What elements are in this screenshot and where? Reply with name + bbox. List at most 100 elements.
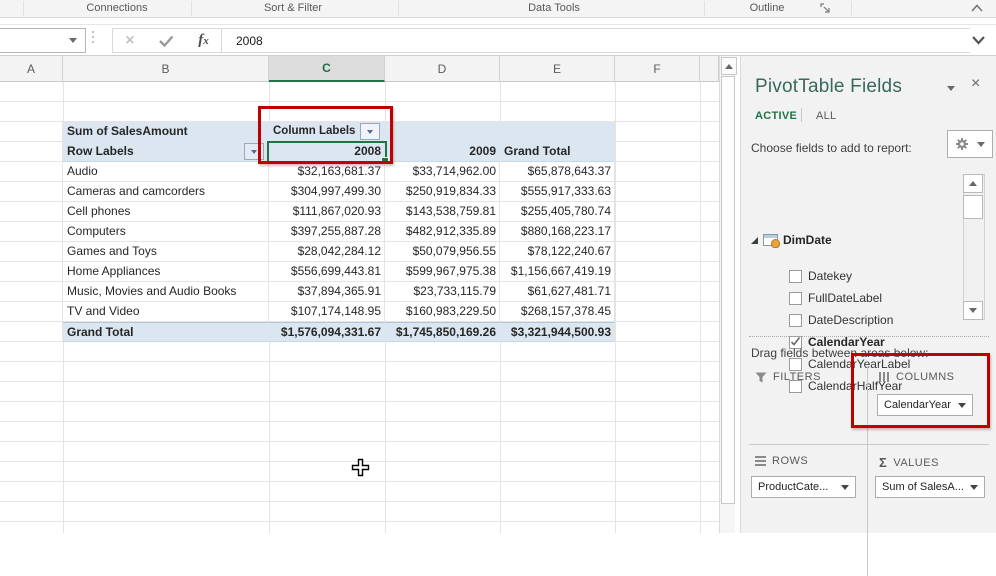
chevron-down-icon	[976, 141, 985, 147]
formula-bar-input[interactable]: 2008	[222, 28, 970, 53]
sheet-vertical-scrollbar[interactable]	[719, 56, 737, 533]
formula-bar-grip-icon	[92, 31, 94, 43]
column-header-f[interactable]: F	[615, 56, 700, 82]
grand-total-total[interactable]: $3,321,944,500.93	[500, 322, 615, 342]
close-icon[interactable]: ×	[971, 75, 980, 93]
field-item-datedescription[interactable]: DateDescription	[789, 310, 893, 330]
dialog-launcher-icon[interactable]	[820, 3, 831, 14]
table-row[interactable]: Cell phones $111,867,020.93 $143,538,759.8…	[63, 202, 615, 222]
pivot-cell[interactable]: $78,122,240.67	[500, 242, 615, 262]
scroll-up-button[interactable]	[963, 174, 983, 193]
cancel-icon[interactable]: ×	[125, 32, 134, 50]
pivot-cell[interactable]: Cell phones	[63, 202, 269, 222]
expand-formula-bar-icon[interactable]	[972, 36, 985, 45]
unchecked-checkbox[interactable]	[789, 313, 802, 327]
pivot-cell[interactable]: $50,079,956.55	[385, 242, 500, 262]
table-icon	[763, 234, 780, 248]
column-header-partial[interactable]	[700, 56, 719, 82]
collapse-ribbon-icon[interactable]	[971, 4, 983, 12]
ribbon-group-label[interactable]: Data Tools	[528, 2, 580, 14]
column-header-d[interactable]: D	[385, 56, 500, 82]
scroll-down-button[interactable]	[963, 301, 983, 320]
pivot-cell[interactable]: $556,699,443.81	[269, 262, 385, 282]
field-table-dimdate[interactable]: DimDate	[751, 230, 832, 250]
column-header-e[interactable]: E	[500, 56, 615, 82]
pivot-cell[interactable]: $160,983,229.50	[385, 302, 500, 322]
scrollbar-thumb[interactable]	[963, 195, 983, 219]
ribbon-group-label[interactable]: Sort & Filter	[264, 2, 322, 14]
grid-line	[700, 82, 701, 533]
pivot-grand-total-row[interactable]: Grand Total $1,576,094,331.67 $1,745,850…	[63, 322, 615, 342]
pivot-cell[interactable]: $23,733,115.79	[385, 282, 500, 302]
table-row[interactable]: Games and Toys $28,042,284.12 $50,079,956.…	[63, 242, 615, 262]
pivot-cell[interactable]: Home Appliances	[63, 262, 269, 282]
pivot-cell[interactable]: $268,157,378.45	[500, 302, 615, 322]
table-row[interactable]: Audio $32,163,681.37 $33,714,962.00 $65,878…	[63, 162, 615, 182]
unchecked-checkbox[interactable]	[789, 269, 802, 283]
pivot-year-2009-header[interactable]: 2009	[385, 142, 500, 162]
divider	[749, 444, 989, 445]
pivot-cell[interactable]: $1,156,667,419.19	[500, 262, 615, 282]
pivot-cell[interactable]: Computers	[63, 222, 269, 242]
grand-total-label[interactable]: Grand Total	[63, 322, 269, 342]
pivot-cell[interactable]: $599,967,975.38	[385, 262, 500, 282]
rows-field-button[interactable]: ProductCate...	[751, 476, 856, 498]
pivot-cell[interactable]: $304,997,499.30	[269, 182, 385, 202]
pivot-cell[interactable]: $33,714,962.00	[385, 162, 500, 182]
table-row[interactable]: Computers $397,255,887.28 $482,912,335.89 $…	[63, 222, 615, 242]
tools-button[interactable]	[947, 130, 993, 158]
field-item-datekey[interactable]: Datekey	[789, 266, 852, 286]
values-field-button[interactable]: Sum of SalesA...	[875, 476, 985, 498]
pivot-cell[interactable]: Audio	[63, 162, 269, 182]
scrollbar-thumb[interactable]	[721, 76, 735, 504]
name-box[interactable]	[0, 28, 86, 53]
column-header-c[interactable]: C	[269, 56, 385, 82]
pivot-cell[interactable]: $143,538,759.81	[385, 202, 500, 222]
field-item-fulldatelabel[interactable]: FullDateLabel	[789, 288, 882, 308]
pivot-empty-cell	[385, 122, 500, 142]
pivot-grand-total-header[interactable]: Grand Total	[500, 142, 615, 162]
column-header-b[interactable]: B	[63, 56, 269, 82]
column-headers[interactable]: ABCDEF	[0, 56, 719, 82]
expand-triangle-icon[interactable]	[751, 236, 758, 244]
pivot-cell[interactable]: $111,867,020.93	[269, 202, 385, 222]
pivot-cell[interactable]: $255,405,780.74	[500, 202, 615, 222]
pivot-cell[interactable]: $482,912,335.89	[385, 222, 500, 242]
pivot-cell[interactable]: Music, Movies and Audio Books	[63, 282, 269, 302]
table-row[interactable]: Cameras and camcorders $304,997,499.30 $25…	[63, 182, 615, 202]
pivot-cell[interactable]: $397,255,887.28	[269, 222, 385, 242]
pivot-cell[interactable]: $32,163,681.37	[269, 162, 385, 182]
pivot-cell[interactable]: $107,174,148.95	[269, 302, 385, 322]
unchecked-checkbox[interactable]	[789, 291, 802, 305]
pivot-cell[interactable]: $61,627,481.71	[500, 282, 615, 302]
divider	[801, 108, 802, 122]
pivot-cell[interactable]: Games and Toys	[63, 242, 269, 262]
table-row[interactable]: Home Appliances $556,699,443.81 $599,967,9…	[63, 262, 615, 282]
pivot-row-labels-cell[interactable]: Row Labels	[63, 142, 269, 162]
pivot-cell[interactable]: $65,878,643.37	[500, 162, 615, 182]
divider	[851, 1, 852, 16]
pivot-cell[interactable]: $37,894,365.91	[269, 282, 385, 302]
enter-check-icon[interactable]	[159, 35, 174, 47]
field-list-scrollbar[interactable]	[963, 174, 985, 320]
pivot-cell[interactable]: $555,917,333.63	[500, 182, 615, 202]
pivot-sum-label[interactable]: Sum of SalesAmount	[63, 122, 269, 142]
sigma-icon: Σ	[879, 455, 888, 470]
column-header-a[interactable]: A	[0, 56, 63, 82]
pivot-cell[interactable]: $250,919,834.33	[385, 182, 500, 202]
scroll-up-button[interactable]	[721, 57, 737, 75]
pivot-cell[interactable]: TV and Video	[63, 302, 269, 322]
tab-active[interactable]: ACTIVE	[755, 110, 797, 122]
ribbon-group-label[interactable]: Outline	[750, 2, 785, 14]
tab-all[interactable]: ALL	[816, 110, 836, 122]
table-row[interactable]: Music, Movies and Audio Books $37,894,365…	[63, 282, 615, 302]
grand-total-2009[interactable]: $1,745,850,169.26	[385, 322, 500, 342]
pane-options-icon[interactable]	[947, 86, 955, 91]
table-row[interactable]: TV and Video $107,174,148.95 $160,983,229.…	[63, 302, 615, 322]
ribbon-group-label[interactable]: Connections	[86, 2, 147, 14]
pivot-cell[interactable]: $880,168,223.17	[500, 222, 615, 242]
insert-function-icon[interactable]: fx	[198, 32, 209, 49]
grand-total-2008[interactable]: $1,576,094,331.67	[269, 322, 385, 342]
pivot-cell[interactable]: Cameras and camcorders	[63, 182, 269, 202]
pivot-cell[interactable]: $28,042,284.12	[269, 242, 385, 262]
